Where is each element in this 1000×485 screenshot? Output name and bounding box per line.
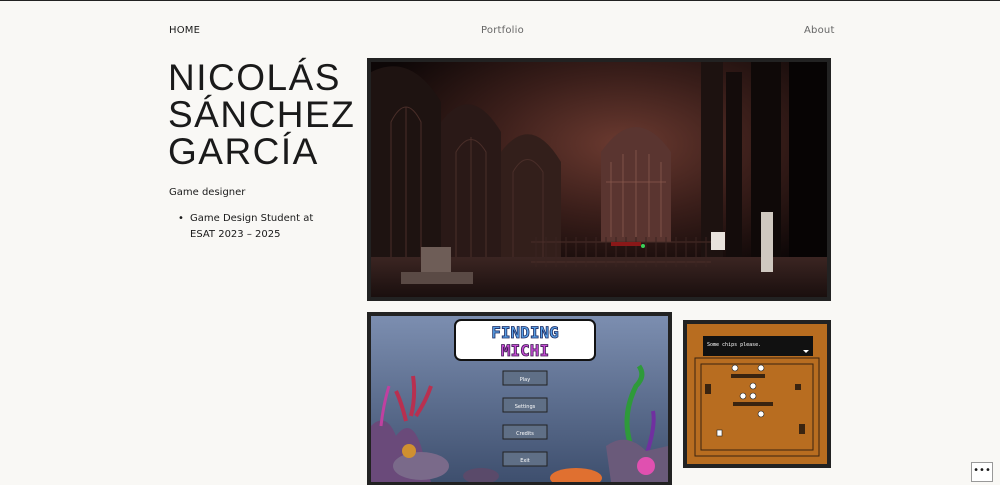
pixel-game-scene: Some chips please.: [687, 324, 827, 464]
gallery-image-finding-michi[interactable]: FINDING MICHI Play Settings Credits Exit: [367, 312, 672, 485]
nav-portfolio-link[interactable]: Portfolio: [481, 25, 524, 36]
site-title: NICOLÁS SÁNCHEZ GARCÍA: [168, 57, 356, 172]
bio-item: Game Design Student at ESAT 2023 – 2025: [178, 211, 328, 243]
more-options-button[interactable]: •••: [971, 462, 993, 482]
gallery-image-pixel-game[interactable]: Some chips please.: [683, 320, 831, 468]
game-logo-line1: FINDING: [491, 323, 558, 342]
game-logo-line2: MICHI: [501, 341, 549, 360]
nav-about-link[interactable]: About: [804, 25, 835, 36]
top-nav: HOME Portfolio About: [0, 25, 1000, 41]
menu-exit: Exit: [520, 458, 530, 464]
nav-home-link[interactable]: HOME: [169, 25, 200, 36]
bio-list: Game Design Student at ESAT 2023 – 2025: [178, 211, 328, 243]
menu-credits: Credits: [516, 431, 534, 437]
menu-play: Play: [520, 377, 530, 383]
cathedral-scene: [371, 62, 827, 297]
gallery-image-cathedral[interactable]: [367, 58, 831, 301]
site-subtitle: Game designer: [169, 187, 246, 198]
finding-michi-scene: FINDING MICHI Play Settings Credits Exit: [371, 316, 668, 482]
dialog-text: Some chips please.: [707, 342, 761, 348]
menu-settings: Settings: [515, 404, 536, 410]
